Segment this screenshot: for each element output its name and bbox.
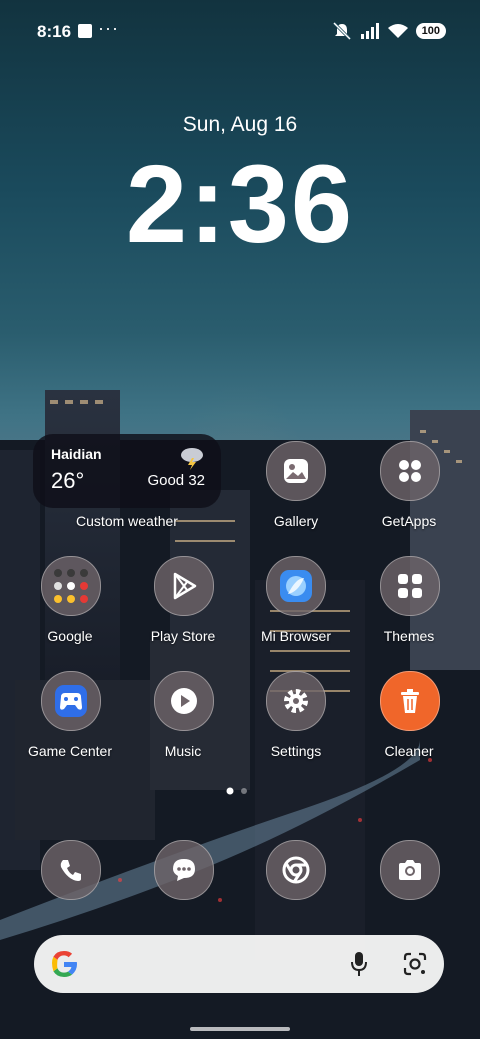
gear-icon [284,689,308,713]
chrome-app[interactable] [266,840,326,900]
cleaner-label: Cleaner [384,743,434,759]
phone-icon [60,860,81,881]
themes-icon [398,574,422,598]
mute-bell-icon [332,22,351,40]
microphone-icon[interactable] [350,951,368,977]
gallery-label: Gallery [273,513,319,529]
playstore-label: Play Store [150,628,216,644]
message-bubble-icon [173,859,195,881]
weather-aqi: Good 32 [147,472,205,489]
camera-icon [399,860,421,880]
messages-app[interactable] [154,840,214,900]
game-controller-icon [55,685,87,717]
camera-app[interactable] [380,840,440,900]
browser-icon [280,570,312,602]
page-indicator [226,787,247,795]
weather-widget[interactable]: Haidian 26° Good 32 [33,434,221,508]
google-folder[interactable] [41,556,101,616]
lock-clock: 2:36 [125,143,355,266]
weather-widget-label: Custom weather [76,513,178,529]
mibrowser-app[interactable] [266,556,326,616]
getapps-icon [399,460,421,482]
google-search-bar[interactable] [34,935,444,993]
gamecenter-label: Game Center [27,743,113,759]
google-logo-icon [52,951,77,977]
notification-icon [78,24,92,38]
getapps-label: GetApps [381,513,437,529]
weather-city: Haidian [51,446,102,462]
settings-label: Settings [270,743,322,759]
playstore-app[interactable] [154,556,214,616]
weather-temp: 26° [51,468,85,493]
themes-label: Themes [383,628,435,644]
gallery-app[interactable] [266,441,326,501]
wifi-icon [387,24,408,38]
music-label: Music [164,743,202,759]
trash-icon [401,689,419,713]
more-notifications-icon: ··· [98,18,119,38]
getapps-app[interactable] [380,441,440,501]
home-indicator[interactable] [190,1027,290,1031]
thunderstorm-icon [181,448,203,470]
music-app[interactable] [154,671,214,731]
lock-date: Sun, Aug 16 [182,113,298,136]
google-label: Google [47,628,93,644]
signal-icon [360,23,379,39]
google-folder-icon [54,569,88,603]
gallery-icon [284,459,308,483]
phone-app[interactable] [41,840,101,900]
status-bar: 8:16 ··· 100 [0,0,480,64]
google-lens-icon[interactable] [402,952,428,976]
themes-app[interactable] [380,556,440,616]
music-play-icon [171,688,197,714]
status-time: 8:16 [37,22,72,41]
settings-app[interactable] [266,671,326,731]
battery-indicator: 100 [415,23,446,39]
gamecenter-app[interactable] [41,671,101,731]
play-store-icon [173,572,197,600]
cleaner-app[interactable] [380,671,440,731]
chrome-icon [282,856,310,884]
mibrowser-label: Mi Browser [260,628,331,644]
